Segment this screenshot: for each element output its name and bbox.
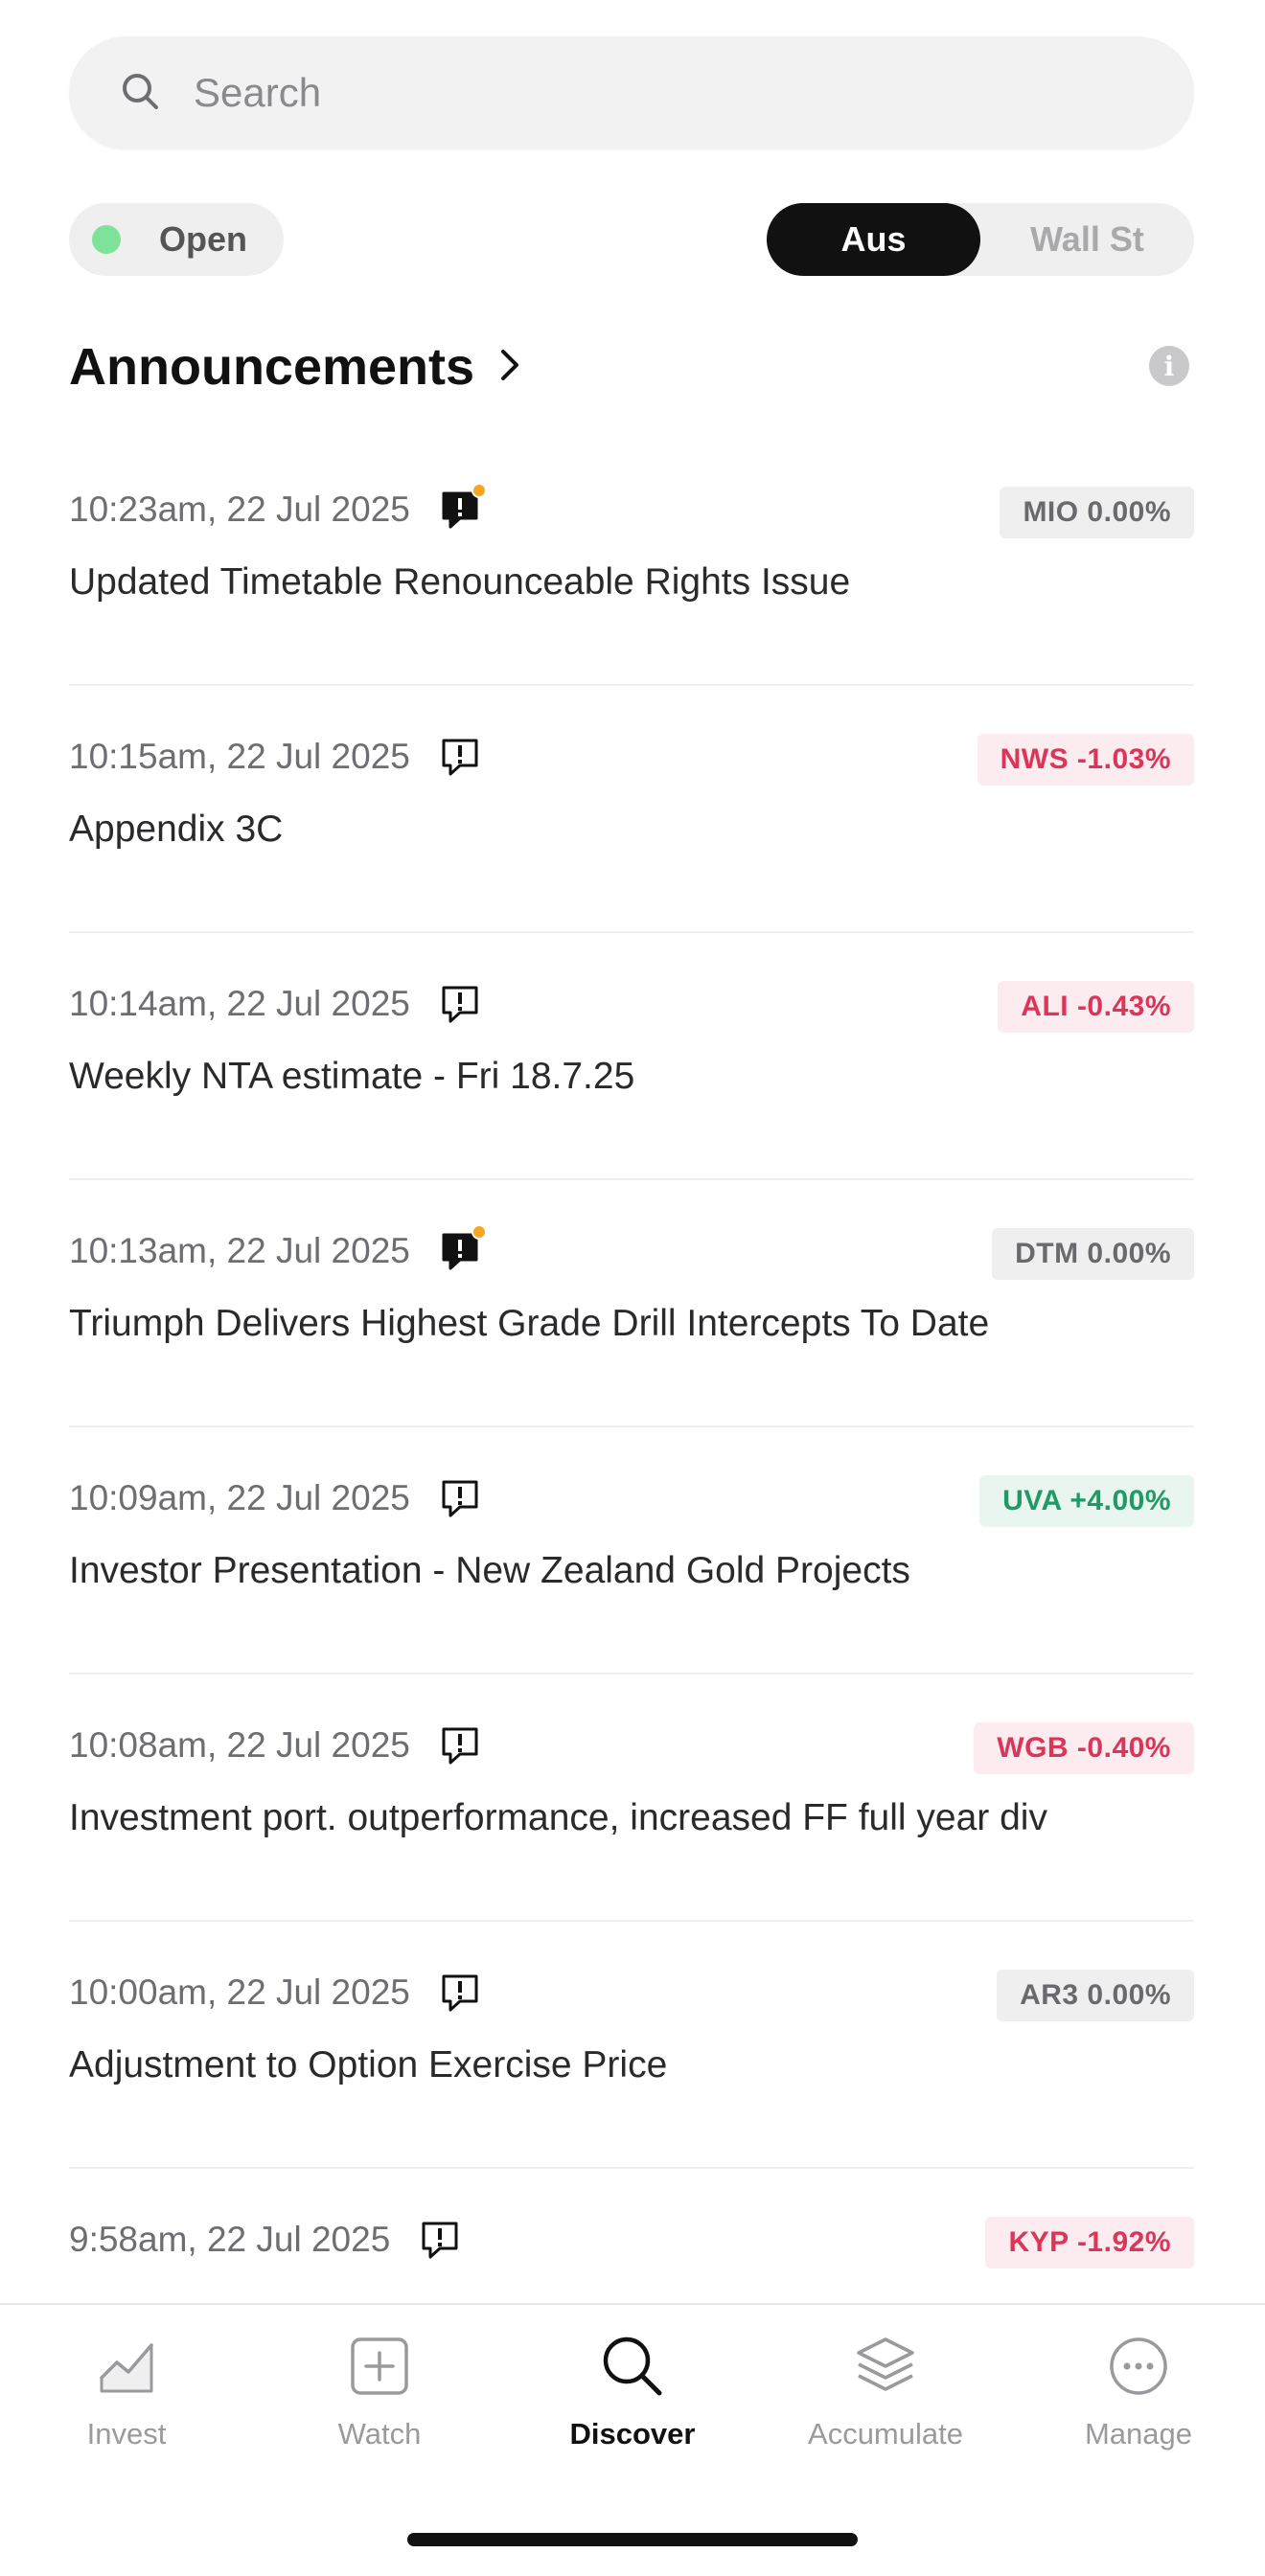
layers-icon [853,2334,918,2404]
list-item[interactable]: 10:09am, 22 Jul 2025 UVA +4.00% Investor… [69,1427,1194,1675]
list-item[interactable]: 10:13am, 22 Jul 2025 DTM 0.00% Triumph D… [69,1180,1194,1427]
ticker-chip[interactable]: AR3 0.00% [997,1970,1194,2021]
market-toggle-wall-st[interactable]: Wall St [980,203,1194,276]
ticker-chip[interactable]: KYP -1.92% [985,2217,1194,2268]
announcement-icon [419,2219,461,2261]
home-indicator [407,2533,858,2546]
announcement-title: Updated Timetable Renounceable Rights Is… [69,561,851,603]
market-toggle-aus[interactable]: Aus [767,203,980,276]
ticker-chip[interactable]: WGB -0.40% [974,1722,1194,1774]
time-text: 9:58am, 22 Jul 2025 [69,2220,391,2259]
chart-line-icon [94,2334,159,2404]
ticker-chip[interactable]: DTM 0.00% [992,1228,1194,1280]
list-item[interactable]: 10:14am, 22 Jul 2025 ALI -0.43% Weekly N… [69,933,1194,1180]
tab-label: Invest [86,2417,167,2451]
tab-accumulate[interactable]: Accumulate [759,2334,1012,2468]
announcement-time: 10:14am, 22 Jul 2025 [69,983,481,1025]
announcement-icon [439,736,481,778]
announcement-icon [439,983,481,1025]
discover-screen: Search Open Aus Wall St Announcements i … [0,0,1265,2576]
tab-label: Accumulate [808,2417,963,2451]
list-item[interactable]: 10:08am, 22 Jul 2025 WGB -0.40% Investme… [69,1675,1194,1922]
alert-dot [471,1224,487,1240]
announcement-title: Appendix 3C [69,809,284,850]
time-text: 10:23am, 22 Jul 2025 [69,490,410,529]
ticker-chip[interactable]: MIO 0.00% [1000,487,1194,538]
ticker-chip[interactable]: NWS -1.03% [977,734,1194,786]
announcement-title: Investment port. outperformance, increas… [69,1797,1047,1838]
time-text: 10:08am, 22 Jul 2025 [69,1725,410,1765]
section-title: Announcements [69,338,475,396]
chevron-right-icon [474,346,524,389]
ticker-chip[interactable]: UVA +4.00% [979,1475,1194,1527]
alert-dot [471,483,487,498]
search-placeholder: Search [194,70,322,115]
tab-label: Discover [569,2417,696,2451]
search-icon [119,70,161,117]
announcement-icon [439,1477,481,1519]
announcement-time: 10:09am, 22 Jul 2025 [69,1477,481,1519]
announcement-title: Adjustment to Option Exercise Price [69,2044,668,2086]
time-text: 10:09am, 22 Jul 2025 [69,1478,410,1517]
announcements-header[interactable]: Announcements [69,333,524,400]
time-text: 10:15am, 22 Jul 2025 [69,737,410,776]
announcement-title: Investor Presentation - New Zealand Gold… [69,1550,910,1591]
info-icon[interactable]: i [1149,346,1189,386]
announcement-list: 10:23am, 22 Jul 2025 MIO 0.00% Updated T… [69,439,1194,2303]
ticker-chip[interactable]: ALI -0.43% [998,981,1194,1033]
list-item[interactable]: 10:15am, 22 Jul 2025 NWS -1.03% Appendix… [69,686,1194,933]
market-open-dot [92,225,121,254]
tab-label: Manage [1084,2417,1193,2451]
time-text: 10:14am, 22 Jul 2025 [69,984,410,1023]
list-item[interactable]: 10:00am, 22 Jul 2025 AR3 0.00% Adjustmen… [69,1922,1194,2169]
tab-discover[interactable]: Discover [506,2334,759,2468]
search-icon [600,2334,665,2404]
announcement-icon [439,1724,481,1767]
announcement-time: 9:58am, 22 Jul 2025 [69,2219,461,2261]
announcement-time: 10:13am, 22 Jul 2025 [69,1224,487,1272]
plus-square-icon [347,2334,412,2404]
tab-manage[interactable]: Manage [1012,2334,1265,2468]
market-toggle[interactable]: Aus Wall St [767,203,1194,276]
announcement-icon [439,1972,481,2014]
price-sensitive-icon [439,483,487,531]
more-circle-icon [1106,2334,1171,2404]
market-status-label: Open [159,219,248,259]
tab-label: Watch [337,2417,422,2451]
announcement-time: 10:15am, 22 Jul 2025 [69,736,481,778]
announcement-title: Weekly NTA estimate - Fri 18.7.25 [69,1056,635,1097]
price-sensitive-icon [439,1224,487,1272]
search-bar[interactable]: Search [69,36,1194,149]
announcement-title: Triumph Delivers Highest Grade Drill Int… [69,1303,990,1344]
announcement-time: 10:08am, 22 Jul 2025 [69,1724,481,1767]
market-status-pill: Open [69,203,284,276]
announcement-time: 10:00am, 22 Jul 2025 [69,1972,481,2014]
tab-invest[interactable]: Invest [0,2334,253,2468]
list-item[interactable]: 10:23am, 22 Jul 2025 MIO 0.00% Updated T… [69,439,1194,686]
time-text: 10:13am, 22 Jul 2025 [69,1231,410,1270]
announcement-time: 10:23am, 22 Jul 2025 [69,483,487,531]
tab-watch[interactable]: Watch [253,2334,506,2468]
list-item[interactable]: 9:58am, 22 Jul 2025 KYP -1.92% [69,2169,1194,2303]
time-text: 10:00am, 22 Jul 2025 [69,1972,410,2012]
